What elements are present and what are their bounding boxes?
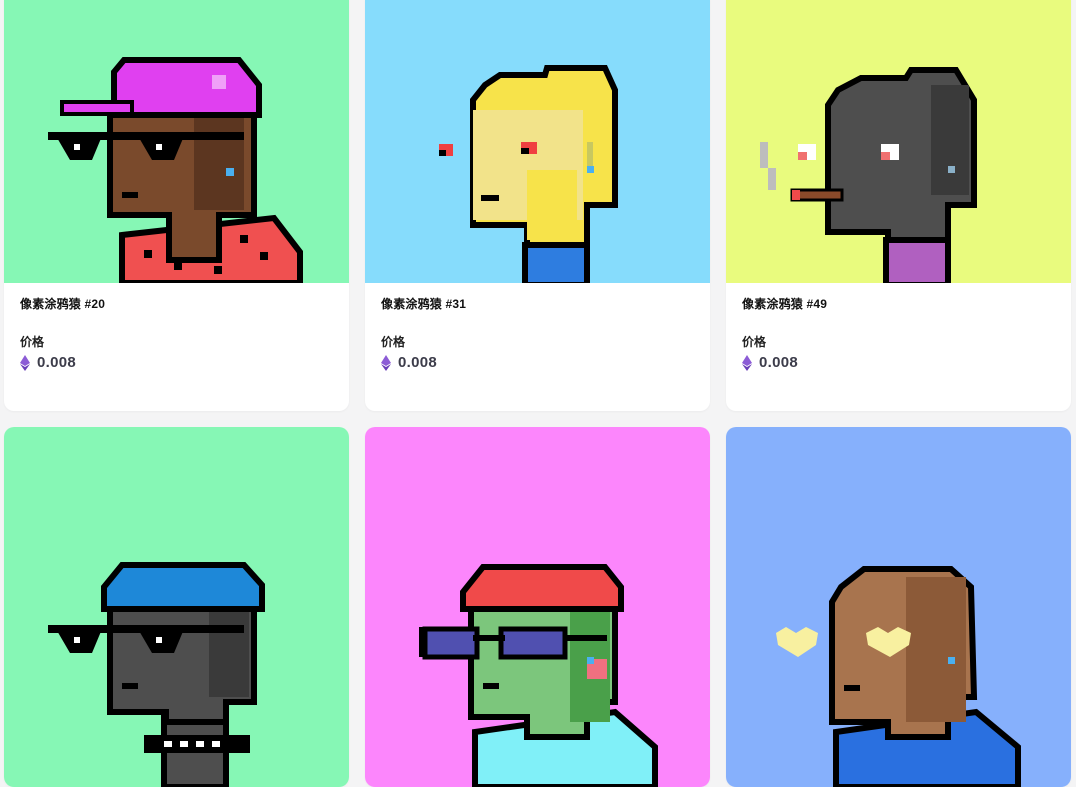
nft-name[interactable]: 像素涂鸦猿 #49 bbox=[742, 295, 1055, 312]
price-label: 价格 bbox=[381, 335, 406, 349]
nft-name[interactable]: 像素涂鸦猿 #20 bbox=[20, 295, 333, 312]
price-label: 价格 bbox=[20, 335, 45, 349]
ethereum-icon bbox=[381, 354, 391, 371]
ethereum-icon bbox=[20, 354, 30, 371]
nft-card[interactable]: 像素涂鸦猿 #49 价格 0.008 bbox=[726, 0, 1071, 411]
nft-price: 0.008 bbox=[37, 354, 77, 371]
nft-card[interactable]: 像素涂鸦猿 #20 价格 0.008 bbox=[4, 0, 349, 411]
nft-card[interactable]: 像素涂鸦猿 #31 价格 0.008 bbox=[365, 0, 710, 411]
nft-card[interactable] bbox=[726, 427, 1071, 787]
nft-name[interactable]: 像素涂鸦猿 #31 bbox=[381, 295, 694, 312]
nft-price: 0.008 bbox=[398, 354, 438, 371]
nft-image[interactable] bbox=[4, 427, 349, 787]
nft-image[interactable] bbox=[726, 0, 1071, 283]
nft-card[interactable] bbox=[365, 427, 710, 787]
nft-image[interactable] bbox=[4, 0, 349, 283]
price-label: 价格 bbox=[742, 335, 767, 349]
ethereum-icon bbox=[742, 354, 752, 371]
nft-image[interactable] bbox=[365, 427, 710, 787]
nft-image[interactable] bbox=[726, 427, 1071, 787]
nft-card[interactable] bbox=[4, 427, 349, 787]
nft-image[interactable] bbox=[365, 0, 710, 283]
nft-price: 0.008 bbox=[759, 354, 799, 371]
